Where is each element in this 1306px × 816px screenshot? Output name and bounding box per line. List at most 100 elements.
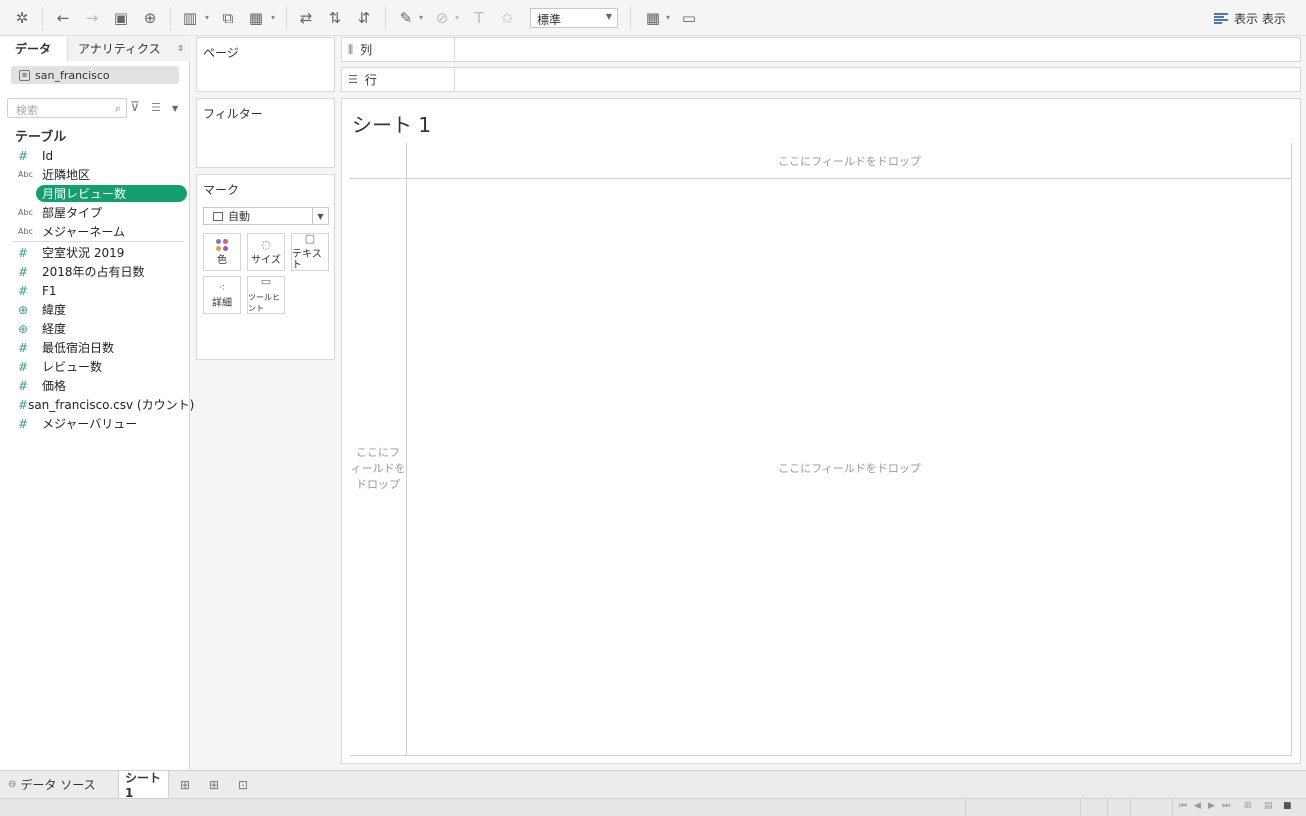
status-cell <box>1107 799 1108 816</box>
last-sheet-icon[interactable]: ⏭ <box>1222 801 1230 811</box>
text-button[interactable]: ▢ テキスト <box>291 233 329 271</box>
group-members-icon[interactable]: ⊘ <box>432 8 452 28</box>
string-icon: Abc <box>18 208 33 217</box>
field-label: 月間レビュー数 <box>42 187 127 201</box>
size-button[interactable]: ◌ サイズ <box>247 233 285 271</box>
field-item[interactable]: #2018年の占有日数 <box>0 262 190 281</box>
datasource-item[interactable]: ≡ san_francisco <box>11 66 179 84</box>
chevron-down-icon[interactable]: ▾ <box>419 13 423 22</box>
detail-button[interactable]: ⁖ 詳細 <box>203 276 241 314</box>
field-item[interactable]: Abc メジャーネーム <box>0 222 190 241</box>
chevron-down-icon[interactable]: ▾ <box>205 13 209 22</box>
filters-card[interactable]: フィルター <box>196 98 335 168</box>
tooltip-button[interactable]: ▭ ツールヒント <box>247 276 285 314</box>
chevron-down-icon[interactable]: ▾ <box>666 13 670 22</box>
new-story-icon[interactable]: ⊡ <box>235 777 251 793</box>
data-pane: データ アナリティクス ⇕ ≡ san_francisco 検索 ⌕ ⊽ ☰ ▼… <box>0 37 194 770</box>
field-label: 最低宿泊日数 <box>42 341 115 355</box>
sort-ascending-icon[interactable]: ⇅ <box>325 8 345 28</box>
color-button[interactable]: 色 <box>203 233 241 271</box>
new-worksheet-icon[interactable]: ▥ <box>180 8 200 28</box>
clear-sheet-icon[interactable]: ▦ <box>246 8 266 28</box>
search-input[interactable]: 検索 ⌕ <box>7 98 127 118</box>
field-item[interactable]: # レビュー数 <box>0 357 190 376</box>
field-item[interactable]: # メジャーバリュー <box>0 414 190 433</box>
tabs-view-icon[interactable]: ■ <box>1283 801 1292 811</box>
show-mark-labels-icon[interactable]: T <box>469 8 489 28</box>
fit-select[interactable]: 標準 ▼ <box>530 8 618 28</box>
view-drop-zone[interactable]: ここにフィールドをドロップ <box>762 460 937 476</box>
show-me-button[interactable]: 表示 表示 <box>1214 10 1286 27</box>
field-item[interactable]: # san_francisco.csv (カウント) <box>0 395 194 414</box>
column-header-divider <box>350 178 1292 179</box>
column-drop-zone[interactable]: ここにフィールドをドロップ <box>762 153 937 169</box>
highlight-icon[interactable]: ✎ <box>396 8 416 28</box>
field-label: Id <box>42 148 54 163</box>
filter-icon[interactable]: ⊽ <box>130 100 140 115</box>
chevron-down-icon[interactable]: ▼ <box>172 104 178 113</box>
color-icon <box>216 238 228 251</box>
columns-shelf[interactable]: ⫼ 列 <box>341 37 1301 62</box>
field-item[interactable]: ⊕ 経度 <box>0 319 190 338</box>
mark-type-dropdown[interactable]: 自動 ▼ <box>203 207 329 225</box>
tab-sheet-1[interactable]: シート 1 <box>118 771 169 800</box>
data-pane-tabs: データ アナリティクス ⇕ <box>0 37 190 61</box>
measure-icon: # <box>18 359 29 374</box>
measure-icon: # <box>18 148 29 163</box>
color-label: 色 <box>217 254 227 266</box>
next-sheet-icon[interactable]: ▶ <box>1208 801 1215 811</box>
rows-shelf[interactable]: ☰ 行 <box>341 67 1301 92</box>
fix-axes-icon[interactable]: ✩ <box>497 8 517 28</box>
swap-rows-columns-icon[interactable]: ⇄ <box>296 8 316 28</box>
show-cards-icon[interactable]: ▦ <box>643 8 663 28</box>
field-label: メジャーネーム <box>42 225 126 239</box>
pages-card[interactable]: ページ <box>196 37 335 92</box>
undo-icon[interactable]: ← <box>53 8 73 28</box>
tab-analytics[interactable]: アナリティクス ⇕ <box>68 37 190 61</box>
field-label: メジャーバリュー <box>42 417 138 431</box>
filmstrip-icon[interactable]: ▤ <box>1264 801 1273 811</box>
field-label: 価格 <box>42 379 67 393</box>
redo-icon[interactable]: → <box>82 8 102 28</box>
status-cell <box>1172 799 1173 816</box>
datasource-tab[interactable]: ⊖ データ ソース <box>8 771 96 798</box>
sort-icon: ⇕ <box>177 44 184 53</box>
field-item[interactable]: Abc 部屋タイプ <box>0 203 190 222</box>
tooltip-icon: ▭ <box>260 275 272 288</box>
first-sheet-icon[interactable]: ⏮ <box>1179 801 1187 811</box>
duplicate-sheet-icon[interactable]: ⧉ <box>218 8 238 28</box>
prev-sheet-icon[interactable]: ◀ <box>1194 801 1201 811</box>
field-item[interactable]: # 月間レビュー数 <box>0 184 190 203</box>
field-item[interactable]: # 最低宿泊日数 <box>0 338 190 357</box>
field-item[interactable]: # Id <box>0 146 190 165</box>
new-datasource-icon[interactable]: ⊕ <box>140 8 160 28</box>
save-icon[interactable]: ▣ <box>111 8 131 28</box>
globe-icon: ⊕ <box>18 302 29 317</box>
sheet-title[interactable]: シート 1 <box>352 109 431 138</box>
tableau-logo-icon[interactable]: ✲ <box>12 8 32 28</box>
field-label: 近隣地区 <box>42 168 91 182</box>
new-worksheet-icon[interactable]: ⊞ <box>177 777 193 793</box>
square-mark-icon <box>213 211 223 221</box>
chevron-down-icon[interactable]: ▾ <box>455 13 459 22</box>
tab-data[interactable]: データ <box>0 37 68 61</box>
row-drop-zone[interactable]: ここにフ ィールドを ドロップ <box>350 445 406 493</box>
chevron-down-icon[interactable]: ▾ <box>271 13 275 22</box>
field-item[interactable]: ⊕ 緯度 <box>0 300 190 319</box>
worksheet-view: シート 1 ここにフィールドをドロップ ここにフ ィールドを ドロップ ここにフ… <box>341 98 1301 764</box>
tooltip-label: ツールヒント <box>248 293 280 313</box>
presentation-mode-icon[interactable]: ▭ <box>679 8 699 28</box>
sort-descending-icon[interactable]: ⇵ <box>354 8 374 28</box>
marks-card-title: マーク <box>203 183 240 197</box>
field-item[interactable]: Abc 近隣地区 <box>0 165 190 184</box>
field-item[interactable]: # F1 <box>0 281 190 300</box>
size-label: サイズ <box>251 254 281 266</box>
toolbar-divider <box>630 6 631 30</box>
field-item[interactable]: # 価格 <box>0 376 190 395</box>
status-cell <box>1130 799 1131 816</box>
field-item[interactable]: # 空室状況 2019 <box>0 243 190 262</box>
view-options-icon[interactable]: ☰ <box>151 101 161 114</box>
sheet-sorter-icon[interactable]: ⊞ <box>1244 801 1252 811</box>
measure-icon: # <box>18 186 29 201</box>
new-dashboard-icon[interactable]: ⊞ <box>206 777 222 793</box>
